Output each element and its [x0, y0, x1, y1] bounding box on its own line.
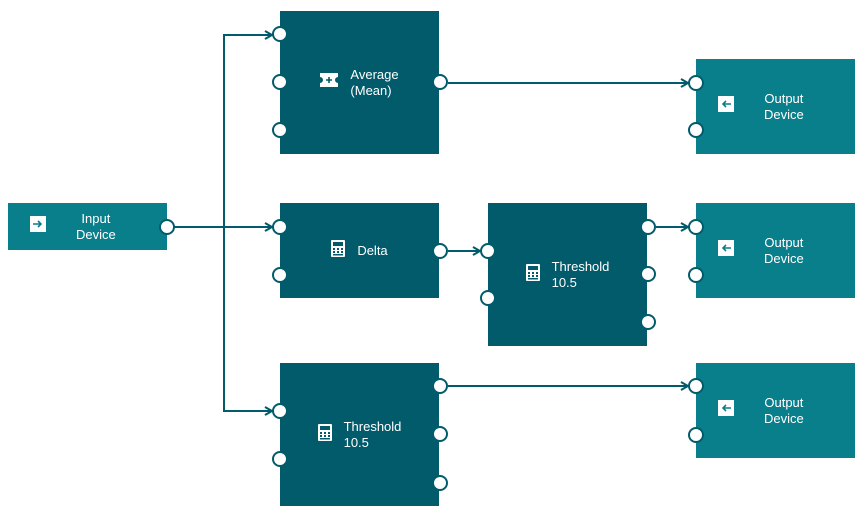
- node-label-line1: Output: [764, 394, 804, 410]
- input-port[interactable]: [272, 26, 288, 42]
- node-label-line2: Device: [764, 250, 804, 266]
- node-average[interactable]: Average (Mean): [272, 11, 448, 154]
- output-port[interactable]: [159, 219, 175, 235]
- output-arrow-icon: [718, 96, 734, 117]
- ticket-plus-icon: [320, 73, 339, 92]
- node-output-device-top[interactable]: Output Device: [688, 59, 855, 154]
- output-port[interactable]: [432, 378, 448, 394]
- input-port[interactable]: [272, 74, 288, 90]
- node-label-line2: (Mean): [350, 82, 392, 98]
- node-label-line2: 10.5: [343, 434, 369, 450]
- input-port[interactable]: [480, 290, 496, 306]
- flow-canvas[interactable]: Input Device Average (Mean) Delta Thresh…: [0, 0, 866, 519]
- input-port[interactable]: [272, 219, 288, 235]
- node-label-line1: Input: [81, 210, 111, 226]
- node-label-line2: Device: [764, 106, 804, 122]
- output-port[interactable]: [640, 314, 656, 330]
- output-port[interactable]: [640, 266, 656, 282]
- calculator-icon: [331, 239, 346, 262]
- node-label-line1: Threshold: [551, 258, 610, 274]
- input-arrow-icon: [30, 216, 46, 237]
- calculator-icon: [525, 263, 540, 286]
- node-delta[interactable]: Delta: [272, 203, 448, 298]
- calculator-icon: [317, 423, 332, 446]
- node-label-line2: Device: [76, 226, 116, 242]
- node-threshold-middle[interactable]: Threshold 10.5: [480, 203, 656, 346]
- output-arrow-icon: [718, 400, 734, 421]
- output-port[interactable]: [432, 243, 448, 259]
- edge-input-to-threshold-bottom[interactable]: [223, 227, 272, 411]
- edge-input-to-average[interactable]: [168, 35, 272, 228]
- node-label-line2: Device: [764, 410, 804, 426]
- input-port[interactable]: [688, 378, 704, 394]
- input-port[interactable]: [688, 219, 704, 235]
- input-port[interactable]: [688, 267, 704, 283]
- input-port[interactable]: [688, 75, 704, 91]
- node-label-line1: Output: [764, 234, 804, 250]
- output-arrow-icon: [718, 240, 734, 261]
- output-port[interactable]: [432, 426, 448, 442]
- node-label-line2: 10.5: [551, 274, 577, 290]
- input-port[interactable]: [480, 243, 496, 259]
- input-port[interactable]: [272, 122, 288, 138]
- node-label-line1: Output: [764, 90, 804, 106]
- input-port[interactable]: [688, 122, 704, 138]
- node-label-line1: Average: [350, 66, 399, 82]
- output-port[interactable]: [432, 74, 448, 90]
- input-port[interactable]: [272, 267, 288, 283]
- node-label-line1: Threshold: [343, 418, 402, 434]
- output-port[interactable]: [640, 219, 656, 235]
- input-port[interactable]: [272, 403, 288, 419]
- node-input-device[interactable]: Input Device: [8, 203, 175, 250]
- output-port[interactable]: [432, 475, 448, 491]
- node-output-device-middle[interactable]: Output Device: [688, 203, 855, 298]
- node-label-line1: Delta: [357, 242, 388, 258]
- input-port[interactable]: [272, 451, 288, 467]
- node-threshold-bottom[interactable]: Threshold 10.5: [272, 363, 448, 506]
- input-port[interactable]: [688, 427, 704, 443]
- node-output-device-bottom[interactable]: Output Device: [688, 363, 855, 458]
